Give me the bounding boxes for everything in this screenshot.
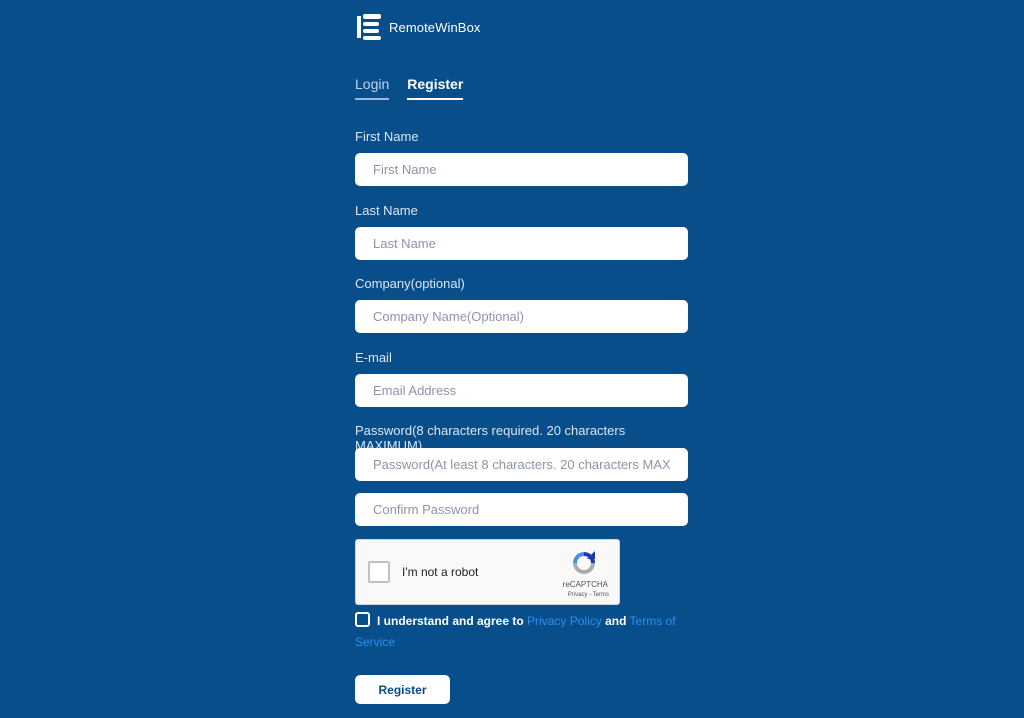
agree-text: I understand and agree to [377, 614, 524, 628]
tab-register[interactable]: Register [407, 76, 464, 100]
register-button[interactable]: Register [355, 675, 450, 704]
company-label: Company(optional) [355, 276, 465, 291]
email-label: E-mail [355, 350, 392, 365]
remotewinbox-logo-icon [357, 14, 381, 40]
terms-agreement: I understand and agree to Privacy Policy… [355, 611, 688, 653]
recaptcha-checkbox[interactable] [368, 561, 390, 583]
first-name-label: First Name [355, 129, 419, 144]
recaptcha-privacy-terms-links[interactable]: Privacy - Terms [568, 592, 609, 598]
recaptcha-brand: reCAPTCHA [562, 580, 608, 589]
privacy-policy-link[interactable]: Privacy Policy [527, 614, 602, 628]
agree-checkbox[interactable] [355, 612, 370, 627]
last-name-label: Last Name [355, 203, 418, 218]
last-name-input[interactable] [355, 227, 688, 260]
recaptcha-widget: I'm not a robot reCAPTCHA Privacy - Term… [355, 539, 620, 605]
recaptcha-label: I'm not a robot [402, 565, 479, 579]
email-input[interactable] [355, 374, 688, 407]
auth-tabs: Login Register [355, 76, 464, 100]
recaptcha-logo-icon [573, 551, 595, 574]
brand-name: RemoteWinBox [389, 19, 481, 35]
password-input[interactable] [355, 448, 688, 481]
tab-login[interactable]: Login [355, 76, 390, 100]
brand-logo: RemoteWinBox [355, 12, 481, 42]
confirm-password-input[interactable] [355, 493, 688, 526]
agree-and-text: and [605, 614, 627, 628]
first-name-input[interactable] [355, 153, 688, 186]
company-input[interactable] [355, 300, 688, 333]
